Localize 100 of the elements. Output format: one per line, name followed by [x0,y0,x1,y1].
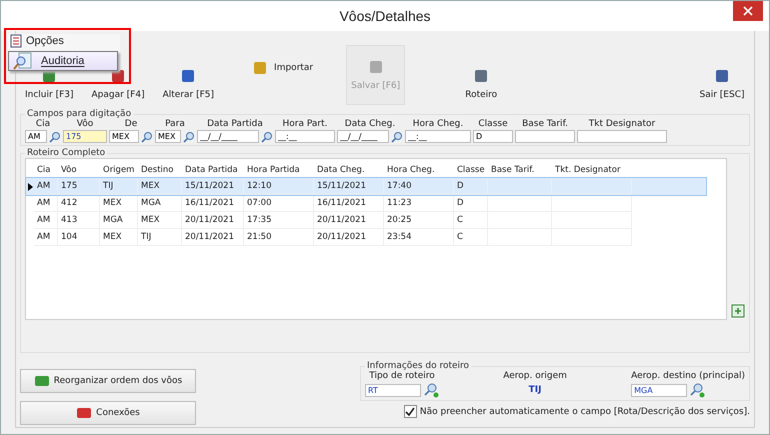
close-button[interactable] [733,1,763,21]
input-field[interactable]: __/__/____ [197,130,259,143]
column-header: Base Tarif. [490,164,536,174]
input-field[interactable]: MGA [631,384,688,396]
field-label: Data Cheg. [344,119,396,129]
table-cell: 16/11/2021 [182,195,244,212]
search-icon[interactable] [141,130,153,142]
input-field[interactable]: AM [25,130,47,143]
field-label: Hora Cheg. [412,119,464,129]
table-row[interactable]: AM 175 TIJ MEX 15/11/2021 12:10 15/11/2021 17:40 D [26,178,706,195]
table-cell: C [454,212,488,229]
window-title: Vôos/Detalhes [339,8,431,24]
table-row[interactable]: AM 412 MEX MGA 16/11/2021 07:00 16/11/2021 11:23 D [26,195,706,212]
field-label: Tkt Designator [588,119,656,129]
search-icon[interactable] [391,130,403,142]
table-cell: 15/11/2021 [182,178,244,195]
magnifier-icon [13,52,33,70]
input-field[interactable]: MEX [109,130,139,143]
table-cell: 104 [58,229,100,246]
search-icon[interactable] [689,382,706,398]
table-cell: 175 [58,178,100,195]
column-header: Hora Cheg. [386,164,436,174]
field-label: Data Partida [207,119,263,129]
field-label: Para [165,119,185,129]
table-cell: 20/11/2021 [182,212,244,229]
table-cell: MGA [138,195,182,212]
toolbar-button[interactable]: Roteiro [453,63,510,105]
search-icon[interactable] [183,130,195,142]
action-button[interactable]: Conexões [20,401,196,425]
table-cell: AM [34,178,58,195]
table-cell [488,195,552,212]
table-cell: MGA [100,212,138,229]
table-cell: MEX [138,212,182,229]
search-icon[interactable] [261,130,273,142]
table-cell: 12:10 [244,178,314,195]
add-row-icon[interactable] [731,304,745,318]
field-label: Aerop. destino (principal) [631,371,745,381]
table-cell: AM [34,195,58,212]
input-field[interactable]: D [473,130,513,143]
column-header: Data Cheg. [316,164,366,174]
input-field[interactable]: __:__ [275,130,335,143]
field-label: Base Tarif. [522,119,568,129]
input-field[interactable]: RT [365,384,421,396]
row-pointer-icon [28,182,32,190]
column-header: Classe [456,164,486,174]
field-label: Tipo de roteiro [369,371,435,381]
close-icon [743,6,753,16]
field-label: Aerop. origem [503,371,567,381]
table-cell: 23:54 [384,229,454,246]
column-header: Origem [102,164,136,174]
checkbox[interactable] [404,405,417,418]
field-label: Cia [36,119,50,129]
table-cell: D [454,195,488,212]
action-button[interactable]: Reorganizar ordem dos vôos [20,369,196,393]
checkbox-label: Não preencher automaticamente o campo [Rota/Descrição dos serviços]. [420,406,750,416]
toolbar-button[interactable]: Importar [247,55,318,81]
field-label: Hora Part. [282,119,328,129]
input-field[interactable] [577,130,667,143]
toolbar-button[interactable]: Alterar [F5] [158,63,220,105]
table-cell: 16/11/2021 [314,195,384,212]
group-title: Informações do roteiro [366,361,470,371]
column-header: Tkt. Designator [554,164,622,174]
input-field[interactable]: __/__/____ [337,130,389,143]
field-label: Classe [478,119,508,129]
table-cell: AM [34,212,58,229]
column-header: Data Partida [184,164,239,174]
table-cell: 20/11/2021 [314,229,384,246]
table-cell: 17:35 [244,212,314,229]
column-header: Hora Partida [246,164,301,174]
column-header: Cia [36,164,52,174]
menu-item[interactable]: Auditoria [8,51,118,71]
toolbar-button[interactable]: Sair [ESC] [694,63,750,105]
origin-value: TIJ [528,385,542,395]
table-row[interactable]: AM 413 MGA MEX 20/11/2021 17:35 20/11/2021 20:25 C [26,212,706,229]
table-cell: D [454,178,488,195]
group-title: Campos para digitação [26,109,132,119]
table-cell: 20/11/2021 [314,212,384,229]
input-field[interactable] [515,130,575,143]
input-field[interactable]: MEX [155,130,181,143]
table-cell: MEX [100,195,138,212]
table-cell: 413 [58,212,100,229]
field-label: De [124,119,138,129]
column-header: Vôo [60,164,78,174]
group-title: Roteiro Completo [26,148,106,158]
table-row[interactable]: AM 104 MEX TIJ 20/11/2021 21:50 20/11/2021 23:54 C [26,229,706,246]
table-cell: 412 [58,195,100,212]
table-cell: 11:23 [384,195,454,212]
table-cell: 15/11/2021 [314,178,384,195]
table-cell: TIJ [138,229,182,246]
table-cell: 17:40 [384,178,454,195]
table-cell: TIJ [100,178,138,195]
input-field[interactable]: __:__ [405,130,471,143]
table-cell: AM [34,229,58,246]
search-icon[interactable] [49,130,61,142]
table-cell: C [454,229,488,246]
search-icon[interactable] [423,382,439,398]
table-cell: MEX [100,229,138,246]
input-field[interactable]: 175 [63,130,107,143]
table-cell: 21:50 [244,229,314,246]
table-cell: 20:25 [384,212,454,229]
